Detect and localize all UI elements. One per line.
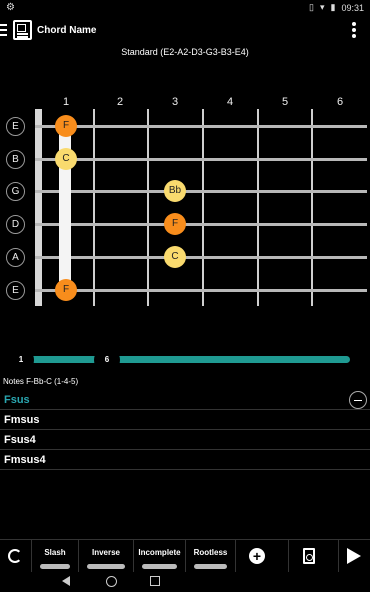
chord-name: Fmsus [4, 414, 40, 426]
add-button[interactable]: + [236, 540, 289, 573]
note-marker[interactable]: F [164, 213, 186, 235]
chord-item[interactable]: Fmsus4 [0, 450, 370, 470]
chord-name: Fmsus4 [4, 454, 46, 466]
search-page-icon [303, 548, 315, 564]
incomplete-label: Incomplete [138, 548, 181, 557]
fretboard[interactable]: F C Bb F C F 123456EBGDAE [0, 90, 370, 310]
fret-number: 2 [116, 96, 124, 108]
clock: 09:31 [341, 2, 364, 13]
refresh-icon [8, 549, 22, 563]
fret-wire [311, 109, 313, 306]
fret-wire [257, 109, 259, 306]
remove-circle-icon[interactable] [349, 391, 367, 409]
range-max-handle[interactable]: 6 [94, 347, 120, 373]
string-label[interactable]: E [6, 281, 25, 300]
app-bar: Chord Name [0, 15, 370, 47]
fret-wire [93, 109, 95, 306]
inverse-indicator [87, 564, 125, 569]
fret-number: 4 [226, 96, 234, 108]
guitar-string [35, 125, 367, 128]
notification-icon: ⚙ [6, 2, 15, 13]
play-button[interactable] [339, 540, 370, 573]
bottom-toolbar: Slash Inverse Incomplete Rootless + [0, 539, 370, 573]
fret-range-slider[interactable]: 1 6 [8, 347, 352, 373]
menu-icon[interactable] [0, 24, 10, 36]
chord-item[interactable]: Fmsus [0, 410, 370, 430]
inverse-toggle[interactable]: Inverse [79, 540, 134, 573]
nav-home-icon[interactable] [106, 576, 117, 587]
inverse-label: Inverse [91, 548, 121, 557]
guitar-string [35, 158, 367, 161]
fret-wire [147, 109, 149, 306]
fret-number: 6 [336, 96, 344, 108]
chord-name: Fsus [4, 394, 30, 406]
chord-name: Fsus4 [4, 434, 36, 446]
chord-item[interactable]: Fsus4 [0, 430, 370, 450]
fret-number: 1 [62, 96, 70, 108]
guitar-string [35, 223, 367, 226]
notes-info: Notes F-Bb-C (1-4-5) [3, 377, 79, 386]
app-title: Chord Name [37, 25, 97, 36]
search-button[interactable] [289, 540, 339, 573]
note-marker[interactable]: F [55, 115, 77, 137]
nav-recents-icon[interactable] [150, 576, 160, 586]
fretboard-grid[interactable]: F C Bb F C F [35, 109, 367, 306]
play-icon [347, 548, 361, 564]
chord-list: Fsus Fmsus Fsus4 Fmsus4 [0, 390, 370, 470]
nav-back-icon[interactable] [62, 576, 70, 586]
rootless-toggle[interactable]: Rootless [186, 540, 236, 573]
fret-wire [202, 109, 204, 306]
wifi-icon: ▾ [319, 2, 325, 12]
string-label[interactable]: E [6, 117, 25, 136]
note-marker[interactable]: F [55, 279, 77, 301]
guitar-string [35, 289, 367, 292]
status-bar: ⚙ ▯ ▾ ▮ 09:31 [0, 0, 370, 15]
string-label[interactable]: G [6, 182, 25, 201]
note-marker[interactable]: C [55, 148, 77, 170]
slash-indicator [40, 564, 70, 569]
guitar-string [35, 190, 367, 193]
rootless-label: Rootless [193, 548, 228, 557]
string-label[interactable]: D [6, 215, 25, 234]
tuning-label[interactable]: Standard (E2-A2-D3-G3-B3-E4) [0, 47, 370, 57]
add-circle-icon: + [249, 548, 265, 564]
chord-item[interactable]: Fsus [0, 390, 370, 410]
incomplete-indicator [142, 564, 177, 569]
app-logo-icon [13, 20, 32, 40]
system-nav-bar [0, 572, 370, 592]
rootless-indicator [194, 564, 227, 569]
vibrate-icon: ▯ [309, 2, 314, 12]
string-label[interactable]: A [6, 248, 25, 267]
incomplete-toggle[interactable]: Incomplete [134, 540, 186, 573]
overflow-menu-icon[interactable] [352, 22, 356, 38]
range-min-handle[interactable]: 1 [8, 347, 34, 373]
fret-number: 5 [281, 96, 289, 108]
battery-icon: ▮ [330, 2, 336, 12]
note-marker[interactable]: Bb [164, 180, 186, 202]
refresh-button[interactable] [0, 540, 32, 573]
nut [35, 109, 42, 306]
string-label[interactable]: B [6, 150, 25, 169]
note-marker[interactable]: C [164, 246, 186, 268]
slash-toggle[interactable]: Slash [32, 540, 79, 573]
guitar-string [35, 256, 367, 259]
slash-label: Slash [44, 548, 66, 557]
slider-track[interactable] [16, 356, 350, 363]
fret-number: 3 [171, 96, 179, 108]
